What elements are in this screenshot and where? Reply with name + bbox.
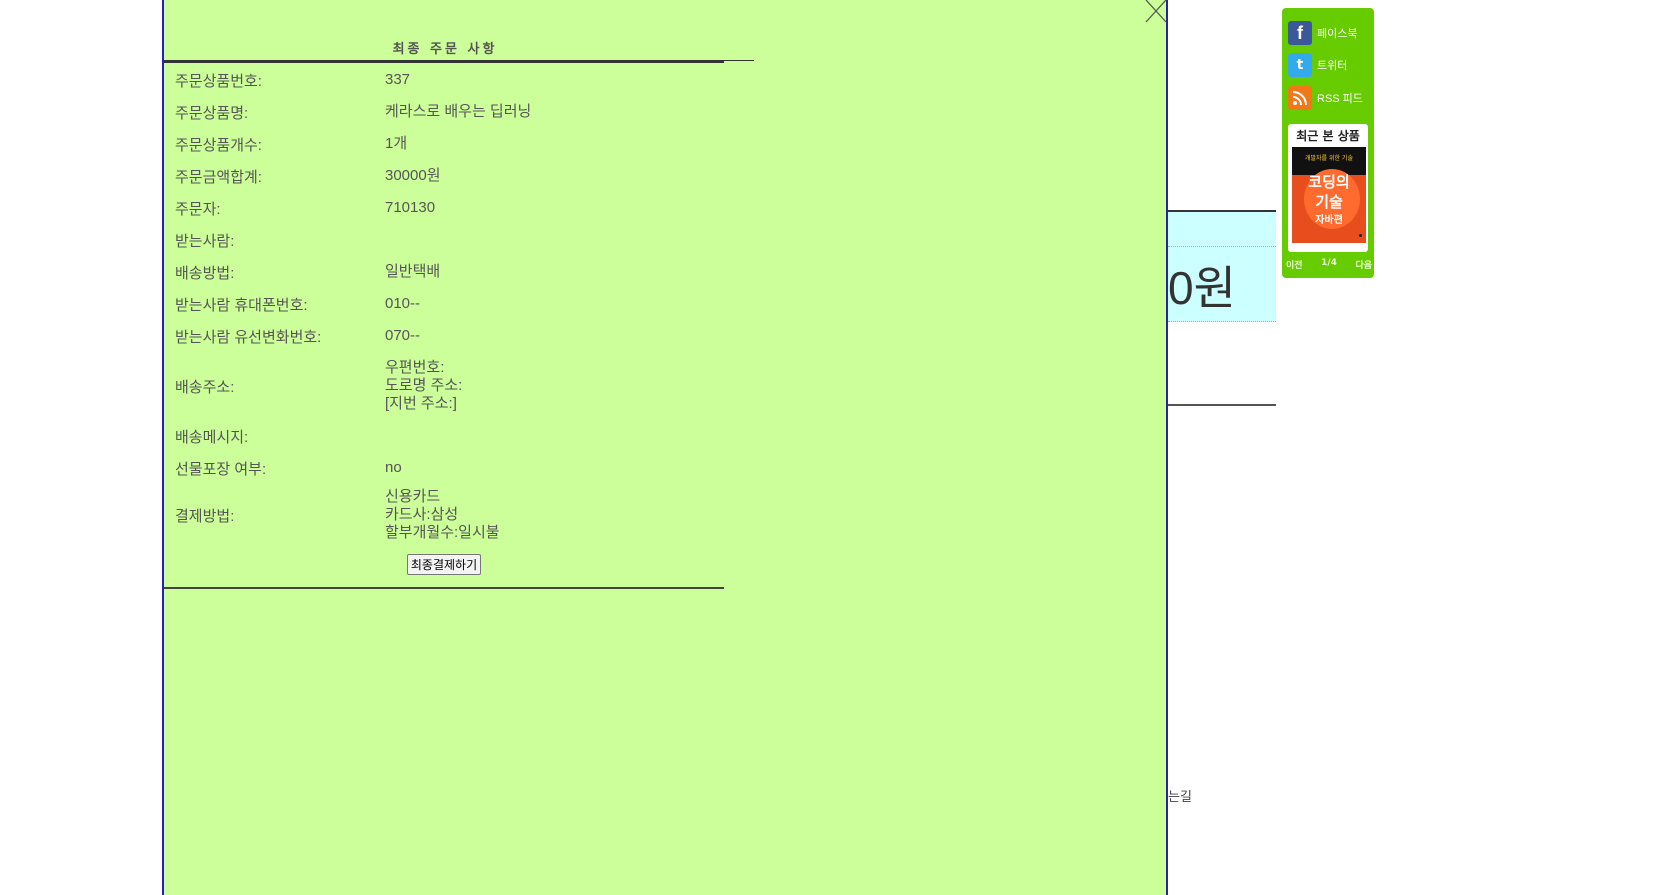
- share-label: 트위터: [1317, 60, 1348, 72]
- row-value: 30000원: [385, 167, 441, 184]
- book-title: 코딩의: [1308, 173, 1350, 191]
- row-value: no: [385, 459, 402, 476]
- title-divider: [724, 60, 754, 61]
- row-label: 주문상품개수:: [175, 136, 262, 154]
- row-label: 배송방법:: [175, 264, 235, 282]
- table-row: 배송방법: 일반택배: [164, 256, 724, 288]
- row-label: 주문금액합계:: [175, 168, 262, 186]
- payment-line: 신용카드: [385, 488, 441, 505]
- modal-title: 최종 주문 사항: [392, 42, 498, 57]
- recent-products-box: 최근 본 상품 개발자를 위한 기술 코딩의 기술 자바편: [1288, 124, 1368, 252]
- payment-line: 카드사:삼성: [385, 506, 459, 523]
- close-button[interactable]: [1144, 0, 1168, 24]
- table-row: 배송메시지:: [164, 420, 724, 452]
- payment-value: 신용카드 카드사:삼성 할부개월수:일시불: [375, 484, 724, 546]
- share-rss-link[interactable]: RSS 피드: [1288, 85, 1372, 111]
- title-divider: [164, 60, 724, 63]
- row-label: 주문자:: [175, 200, 221, 218]
- book-subtitle: 개발자를 위한 기술: [1305, 155, 1353, 162]
- address-line: 도로명 주소:: [385, 377, 463, 394]
- address-line: 우편번호:: [385, 359, 445, 376]
- share-twitter-link[interactable]: t 트위터: [1288, 52, 1372, 78]
- rss-icon: [1288, 86, 1312, 110]
- close-icon: [1145, 0, 1167, 23]
- table-row: 받는사람 휴대폰번호: 010--: [164, 288, 724, 320]
- row-value: 케라스로 배우는 딥러닝: [385, 103, 532, 120]
- order-confirm-modal: 최종 주문 사항 주문상품번호: 337 주문상품명: 케라스로 배우는 딥러닝…: [162, 0, 1168, 895]
- row-value: 337: [385, 71, 411, 88]
- submit-cell: 최종결제하기: [164, 546, 724, 582]
- row-label: 주문상품번호:: [175, 72, 262, 90]
- row-label: 받는사람 휴대폰번호:: [175, 296, 308, 314]
- table-row: 선물포장 여부: no: [164, 452, 724, 484]
- row-value: 010--: [385, 295, 421, 312]
- row-label: 결제방법:: [175, 507, 235, 525]
- divider: [1168, 404, 1276, 406]
- table-row: 주문상품개수: 1개: [164, 128, 724, 160]
- address-line: [지번 주소:]: [385, 395, 457, 412]
- divider: [1168, 321, 1276, 322]
- recent-product-thumbnail[interactable]: 개발자를 위한 기술 코딩의 기술 자바편: [1292, 147, 1366, 243]
- recent-products-title: 최근 본 상품: [1296, 129, 1360, 143]
- row-label: 배송주소:: [175, 378, 235, 396]
- row-value: 710130: [385, 199, 436, 216]
- quick-menu-widget: f 페이스북 t 트위터 RSS 피드 최근 본 상품 개발자를 위한 기술 코…: [1282, 8, 1374, 278]
- facebook-icon: f: [1288, 21, 1312, 45]
- book-cover-dot: [1359, 234, 1362, 237]
- table-row: 주문자: 710130: [164, 192, 724, 224]
- twitter-icon: t: [1288, 53, 1312, 77]
- divider: [1168, 246, 1276, 247]
- order-summary-table: 주문상품번호: 337 주문상품명: 케라스로 배우는 딥러닝 주문상품개수: …: [164, 64, 724, 582]
- pager-next-button[interactable]: 다음: [1355, 258, 1372, 271]
- book-title: 자바편: [1315, 215, 1343, 226]
- payment-line: 할부개월수:일시불: [385, 524, 500, 541]
- share-facebook-link[interactable]: f 페이스북: [1288, 20, 1372, 46]
- table-row: 주문금액합계: 30000원: [164, 160, 724, 192]
- table-row: 배송주소: 우편번호: 도로명 주소: [지번 주소:]: [164, 352, 724, 420]
- row-value: [375, 420, 724, 452]
- row-label: 주문상품명:: [175, 104, 249, 122]
- table-row: 받는사람:: [164, 224, 724, 256]
- recent-pager: 이전 1/4 다음: [1286, 258, 1372, 271]
- row-label: 받는사람:: [175, 232, 235, 250]
- table-row: 결제방법: 신용카드 카드사:삼성 할부개월수:일시불: [164, 484, 724, 546]
- pager-prev-button[interactable]: 이전: [1286, 258, 1303, 271]
- row-label: 배송메시지:: [175, 428, 249, 446]
- share-label: RSS 피드: [1317, 93, 1363, 105]
- table-row: 주문상품번호: 337: [164, 64, 724, 96]
- table-row: 받는사람 유선변화번호: 070--: [164, 320, 724, 352]
- address-value: 우편번호: 도로명 주소: [지번 주소:]: [375, 352, 724, 420]
- background-road-text: 는길: [1168, 790, 1192, 805]
- book-title: 기술: [1315, 193, 1343, 211]
- row-value: 070--: [385, 327, 421, 344]
- row-label: 받는사람 유선변화번호:: [175, 328, 322, 346]
- share-label: 페이스북: [1317, 28, 1358, 40]
- bottom-divider: [164, 587, 724, 589]
- row-value: 1개: [385, 135, 408, 152]
- row-value: 일반택배: [385, 263, 441, 280]
- background-price-text: 0원: [1168, 262, 1236, 314]
- pager-indicator: 1/4: [1321, 258, 1337, 268]
- table-row: 최종결제하기: [164, 546, 724, 582]
- row-value: [375, 224, 724, 256]
- table-row: 주문상품명: 케라스로 배우는 딥러닝: [164, 96, 724, 128]
- final-payment-button[interactable]: 최종결제하기: [406, 553, 482, 575]
- row-label: 선물포장 여부:: [175, 460, 267, 478]
